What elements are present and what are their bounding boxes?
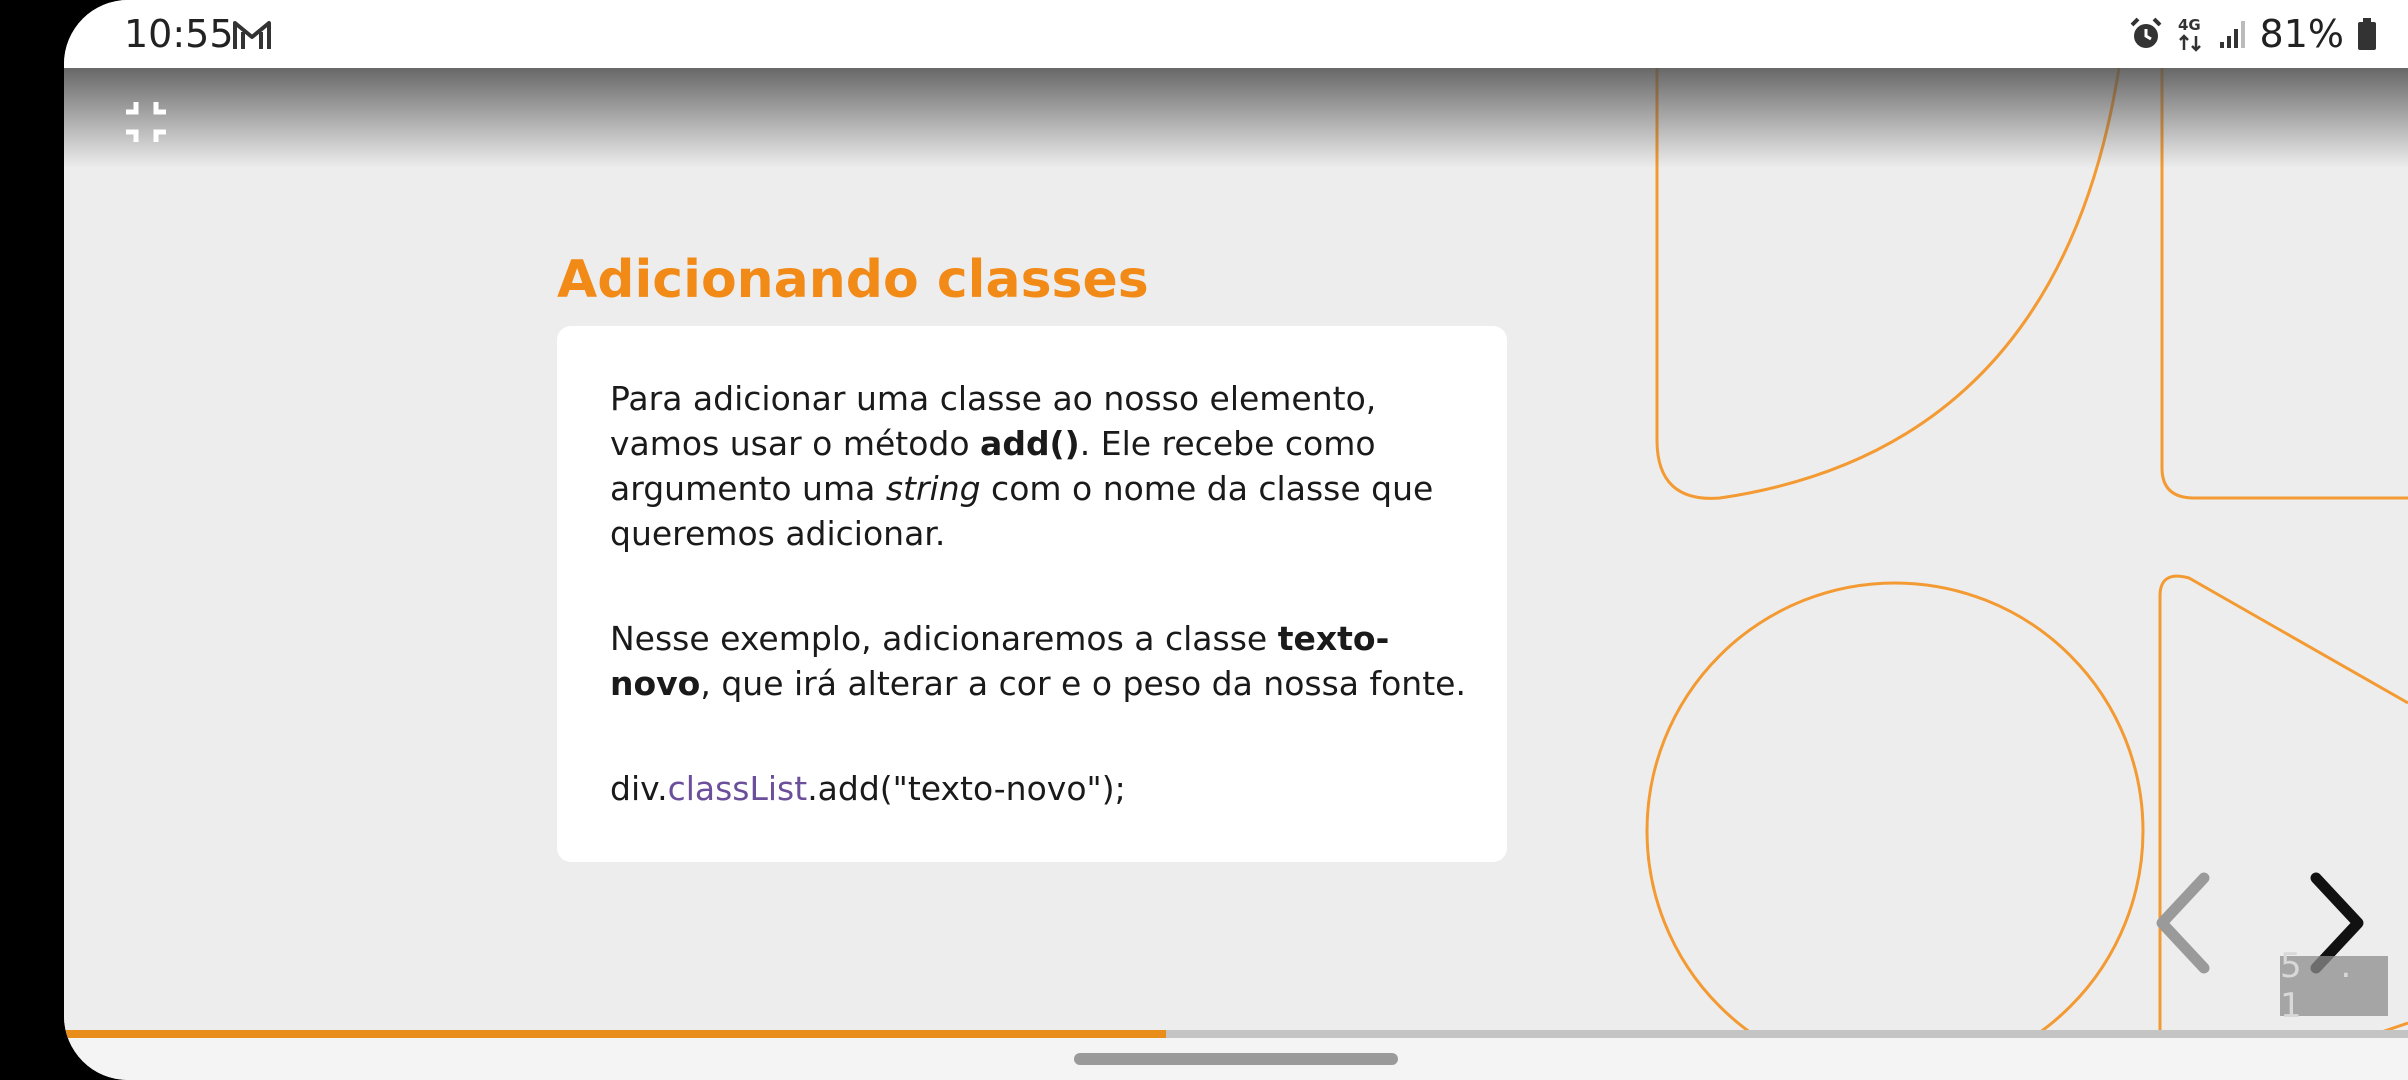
code-property: classList <box>667 769 808 808</box>
network-4g-icon: 4G <box>2178 16 2201 52</box>
paragraph-example-text: Nesse exemplo, adicionaremos a classe <box>610 619 1278 658</box>
string-term: string <box>885 469 981 508</box>
status-icons: 4G 81% <box>2128 10 2378 58</box>
chevron-left-icon[interactable] <box>2144 868 2224 978</box>
battery-icon <box>2358 18 2376 50</box>
gmail-icon <box>233 21 271 49</box>
progress-fill <box>64 1030 1166 1038</box>
slide-viewport: Adicionando classes Para adicionar uma c… <box>64 68 2408 1038</box>
code-object: div. <box>610 769 668 808</box>
network-label: 4G <box>2178 16 2201 34</box>
decor-circle <box>1645 581 2145 1038</box>
decor-rounded-rect <box>2160 68 2408 500</box>
battery-percentage: 81% <box>2259 12 2344 56</box>
content-card: Para adicionar uma classe ao nosso eleme… <box>557 326 1507 862</box>
home-handle[interactable] <box>1074 1053 1398 1065</box>
progress-bar <box>64 1030 2408 1038</box>
slide-number: 5 . 1 <box>2280 946 2388 1026</box>
exit-fullscreen-icon[interactable] <box>122 98 170 146</box>
paragraph-example-text-2: , que irá alterar a cor e o peso da noss… <box>700 664 1466 703</box>
signal-icon <box>2219 21 2245 48</box>
paragraph-intro: Para adicionar uma classe ao nosso eleme… <box>610 376 1467 556</box>
alarm-icon <box>2130 17 2161 48</box>
status-time: 10:55 <box>124 12 234 56</box>
screen: 10:55 4G 81% Adicionando classes Para ad… <box>64 0 2408 1080</box>
status-bar: 10:55 4G 81% <box>64 0 2408 68</box>
decor-quarter-shape <box>1655 68 2121 500</box>
code-call: .add("texto-novo"); <box>807 769 1126 808</box>
device-frame: 10:55 4G 81% Adicionando classes Para ad… <box>0 0 2408 1080</box>
slide-title: Adicionando classes <box>557 250 1149 310</box>
method-name: add() <box>980 424 1080 463</box>
code-example: div.classList.add("texto-novo"); <box>610 766 1467 811</box>
navigation-bar <box>64 1038 2408 1080</box>
paragraph-example: Nesse exemplo, adicionaremos a classe te… <box>610 616 1467 706</box>
